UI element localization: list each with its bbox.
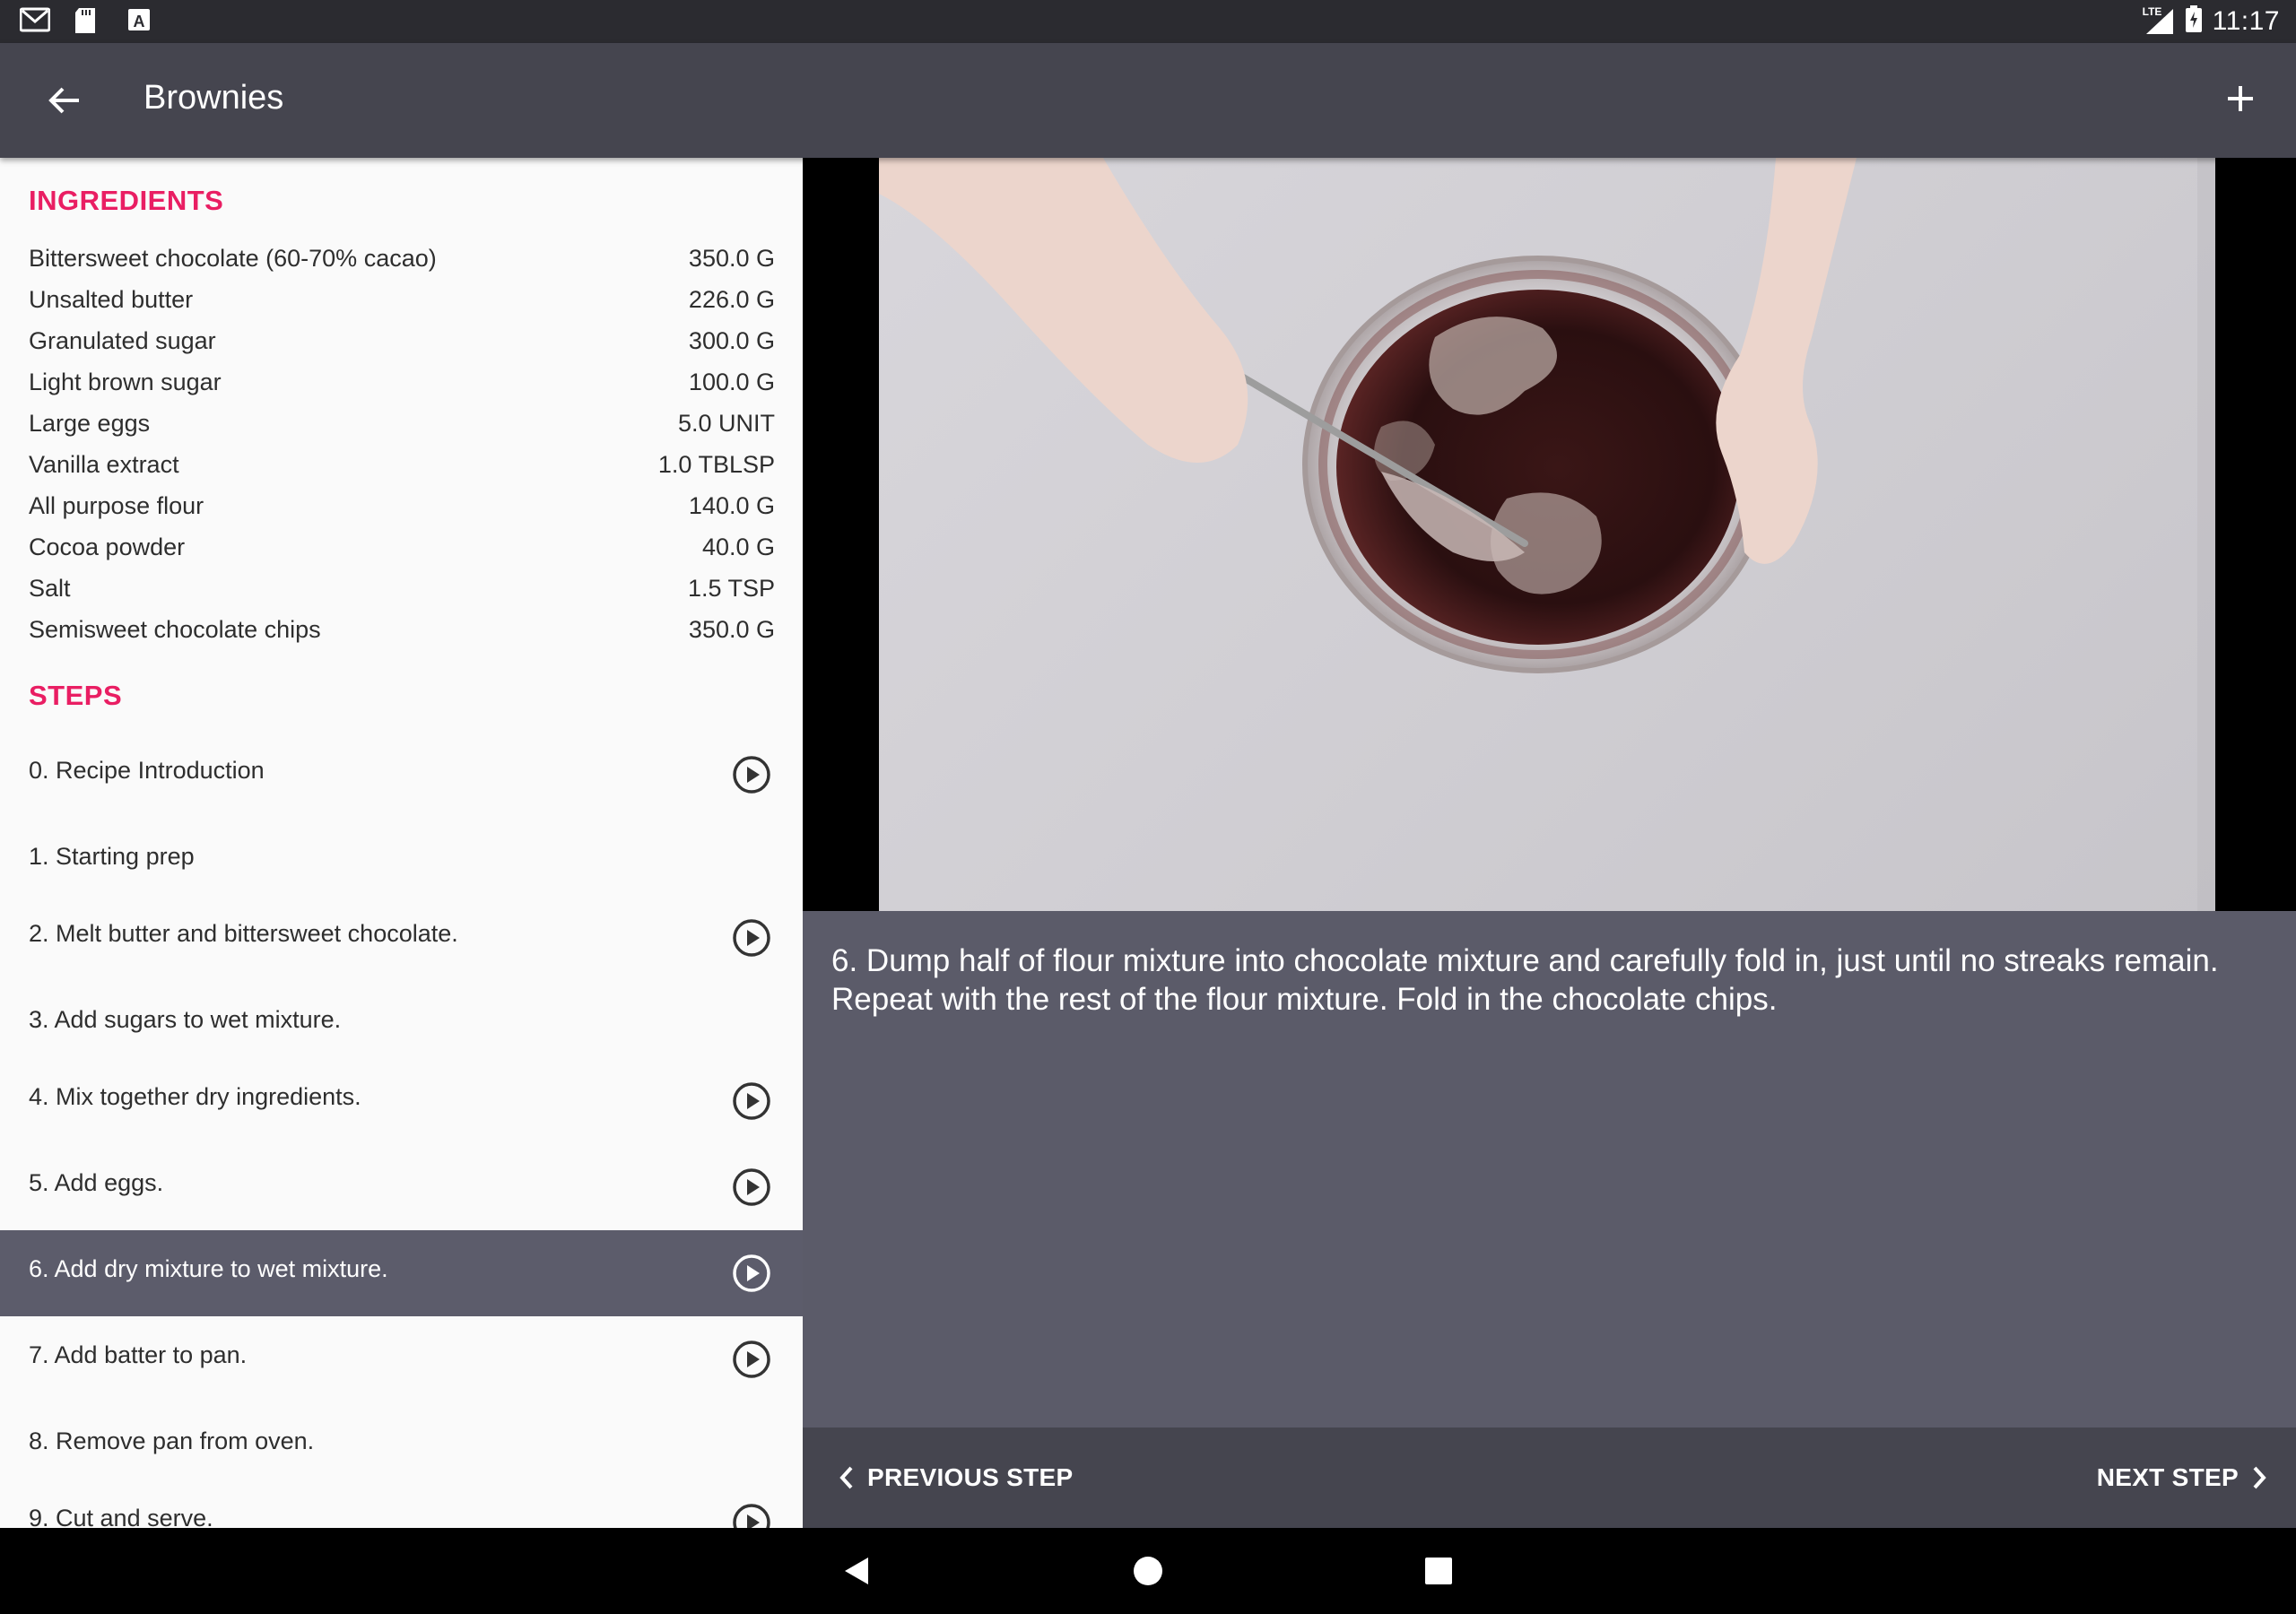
clock: 11:17 xyxy=(2212,5,2280,36)
previous-step-label: PREVIOUS STEP xyxy=(867,1463,1074,1491)
ingredient-row: Granulated sugar 300.0 G xyxy=(29,327,775,369)
play-circle-icon[interactable] xyxy=(732,1081,771,1121)
step-item-3[interactable]: 3. Add sugars to wet mixture. xyxy=(0,981,803,1067)
step-item-2[interactable]: 2. Melt butter and bittersweet chocolate… xyxy=(0,895,803,981)
status-bar: A LTE 11:17 xyxy=(0,0,2296,43)
ingredient-qty: 40.0 G xyxy=(701,534,775,560)
system-back-button[interactable] xyxy=(836,1549,879,1592)
ingredient-name: Semisweet chocolate chips xyxy=(29,616,321,643)
ingredient-qty: 300.0 G xyxy=(688,327,775,354)
plus-icon xyxy=(2228,86,2253,111)
ingredient-name: Bittersweet chocolate (60-70% cacao) xyxy=(29,245,437,272)
ingredient-qty: 1.0 TBLSP xyxy=(657,451,775,478)
sd-card-icon xyxy=(74,7,104,34)
gmail-icon xyxy=(19,7,51,34)
previous-step-button[interactable]: PREVIOUS STEP xyxy=(839,1427,1074,1528)
network-label: LTE xyxy=(2142,4,2162,18)
a-notification-icon: A xyxy=(127,7,158,34)
ingredient-row: Large eggs 5.0 UNIT xyxy=(29,410,775,451)
step-description: 6. Dump half of flour mixture into choco… xyxy=(831,943,2219,1017)
ingredient-qty: 1.5 TSP xyxy=(687,575,775,602)
step-label: 9. Cut and serve. xyxy=(29,1505,213,1528)
ingredient-name: Unsalted butter xyxy=(29,286,194,313)
square-recents-icon xyxy=(1425,1558,1452,1584)
ingredients-heading: INGREDIENTS xyxy=(29,185,224,216)
step-item-0[interactable]: 0. Recipe Introduction xyxy=(0,732,803,818)
play-circle-icon[interactable] xyxy=(732,755,771,794)
step-label: 2. Melt butter and bittersweet chocolate… xyxy=(29,920,458,947)
back-button[interactable] xyxy=(36,75,93,126)
step-item-6[interactable]: 6. Add dry mixture to wet mixture. xyxy=(0,1230,803,1316)
ingredient-row: Light brown sugar 100.0 G xyxy=(29,369,775,410)
step-label: 6. Add dry mixture to wet mixture. xyxy=(29,1255,388,1282)
ingredient-row: Vanilla extract 1.0 TBLSP xyxy=(29,451,775,492)
play-circle-icon[interactable] xyxy=(732,1503,771,1528)
step-item-9[interactable]: 9. Cut and serve. xyxy=(0,1480,803,1528)
triangle-back-icon xyxy=(845,1558,868,1584)
step-label: 3. Add sugars to wet mixture. xyxy=(29,1006,342,1033)
ingredient-name: Cocoa powder xyxy=(29,534,186,560)
step-navigation-bar: PREVIOUS STEP NEXT STEP xyxy=(803,1427,2296,1528)
page-title: Brownies xyxy=(144,79,284,117)
ingredient-name: All purpose flour xyxy=(29,492,204,519)
step-label: 4. Mix together dry ingredients. xyxy=(29,1083,361,1110)
next-step-label: NEXT STEP xyxy=(2096,1463,2239,1491)
arrow-back-icon xyxy=(48,87,79,114)
ingredient-row: Unsalted butter 226.0 G xyxy=(29,286,775,327)
ingredient-row: Salt 1.5 TSP xyxy=(29,575,775,616)
step-label: 1. Starting prep xyxy=(29,843,195,870)
ingredient-row: All purpose flour 140.0 G xyxy=(29,492,775,534)
ingredient-name: Granulated sugar xyxy=(29,327,216,354)
step-item-5[interactable]: 5. Add eggs. xyxy=(0,1144,803,1230)
next-step-button[interactable]: NEXT STEP xyxy=(2097,1427,2267,1528)
ingredient-name: Light brown sugar xyxy=(29,369,222,395)
steps-heading: STEPS xyxy=(29,680,123,711)
app-bar: Brownies xyxy=(0,43,2296,158)
ingredient-qty: 226.0 G xyxy=(688,286,775,313)
ingredient-name: Salt xyxy=(29,575,71,602)
play-circle-icon[interactable] xyxy=(732,1340,771,1379)
ingredient-name: Large eggs xyxy=(29,410,151,437)
recipe-pane[interactable]: INGREDIENTS Bittersweet chocolate (60-70… xyxy=(0,158,803,1528)
ingredient-qty: 350.0 G xyxy=(688,616,775,643)
ingredient-name: Vanilla extract xyxy=(29,451,179,478)
system-home-button[interactable] xyxy=(1126,1549,1170,1592)
ingredient-row: Bittersweet chocolate (60-70% cacao) 350.… xyxy=(29,245,775,286)
system-navigation-bar xyxy=(0,1528,2296,1614)
step-item-7[interactable]: 7. Add batter to pan. xyxy=(0,1316,803,1402)
ingredient-qty: 100.0 G xyxy=(688,369,775,395)
add-button[interactable] xyxy=(2212,70,2269,127)
step-label: 0. Recipe Introduction xyxy=(29,757,265,784)
step-item-8[interactable]: 8. Remove pan from oven. xyxy=(0,1402,803,1488)
chevron-left-icon xyxy=(839,1466,853,1489)
play-circle-icon[interactable] xyxy=(732,1167,771,1207)
ingredient-row: Semisweet chocolate chips 350.0 G xyxy=(29,616,775,657)
chevron-right-icon xyxy=(2253,1466,2266,1489)
ingredient-qty: 140.0 G xyxy=(688,492,775,519)
step-description-panel: 6. Dump half of flour mixture into choco… xyxy=(803,911,2296,1427)
play-circle-icon[interactable] xyxy=(732,918,771,958)
step-label: 7. Add batter to pan. xyxy=(29,1341,248,1368)
ingredient-qty: 350.0 G xyxy=(688,245,775,272)
step-item-1[interactable]: 1. Starting prep xyxy=(0,818,803,904)
lte-signal-icon: LTE xyxy=(2142,4,2175,36)
battery-charging-icon xyxy=(2185,5,2202,37)
step-label: 5. Add eggs. xyxy=(29,1169,164,1196)
video-frame[interactable] xyxy=(879,158,2215,911)
circle-home-icon xyxy=(1134,1557,1162,1585)
svg-text:A: A xyxy=(134,13,145,30)
play-circle-icon[interactable] xyxy=(732,1254,771,1293)
mixing-bowl-illustration xyxy=(879,158,2215,911)
ingredient-qty: 5.0 UNIT xyxy=(677,410,775,437)
ingredient-row: Cocoa powder 40.0 G xyxy=(29,534,775,575)
system-recents-button[interactable] xyxy=(1417,1549,1460,1592)
video-player[interactable] xyxy=(803,158,2296,911)
step-label: 8. Remove pan from oven. xyxy=(29,1427,315,1454)
step-item-4[interactable]: 4. Mix together dry ingredients. xyxy=(0,1058,803,1144)
